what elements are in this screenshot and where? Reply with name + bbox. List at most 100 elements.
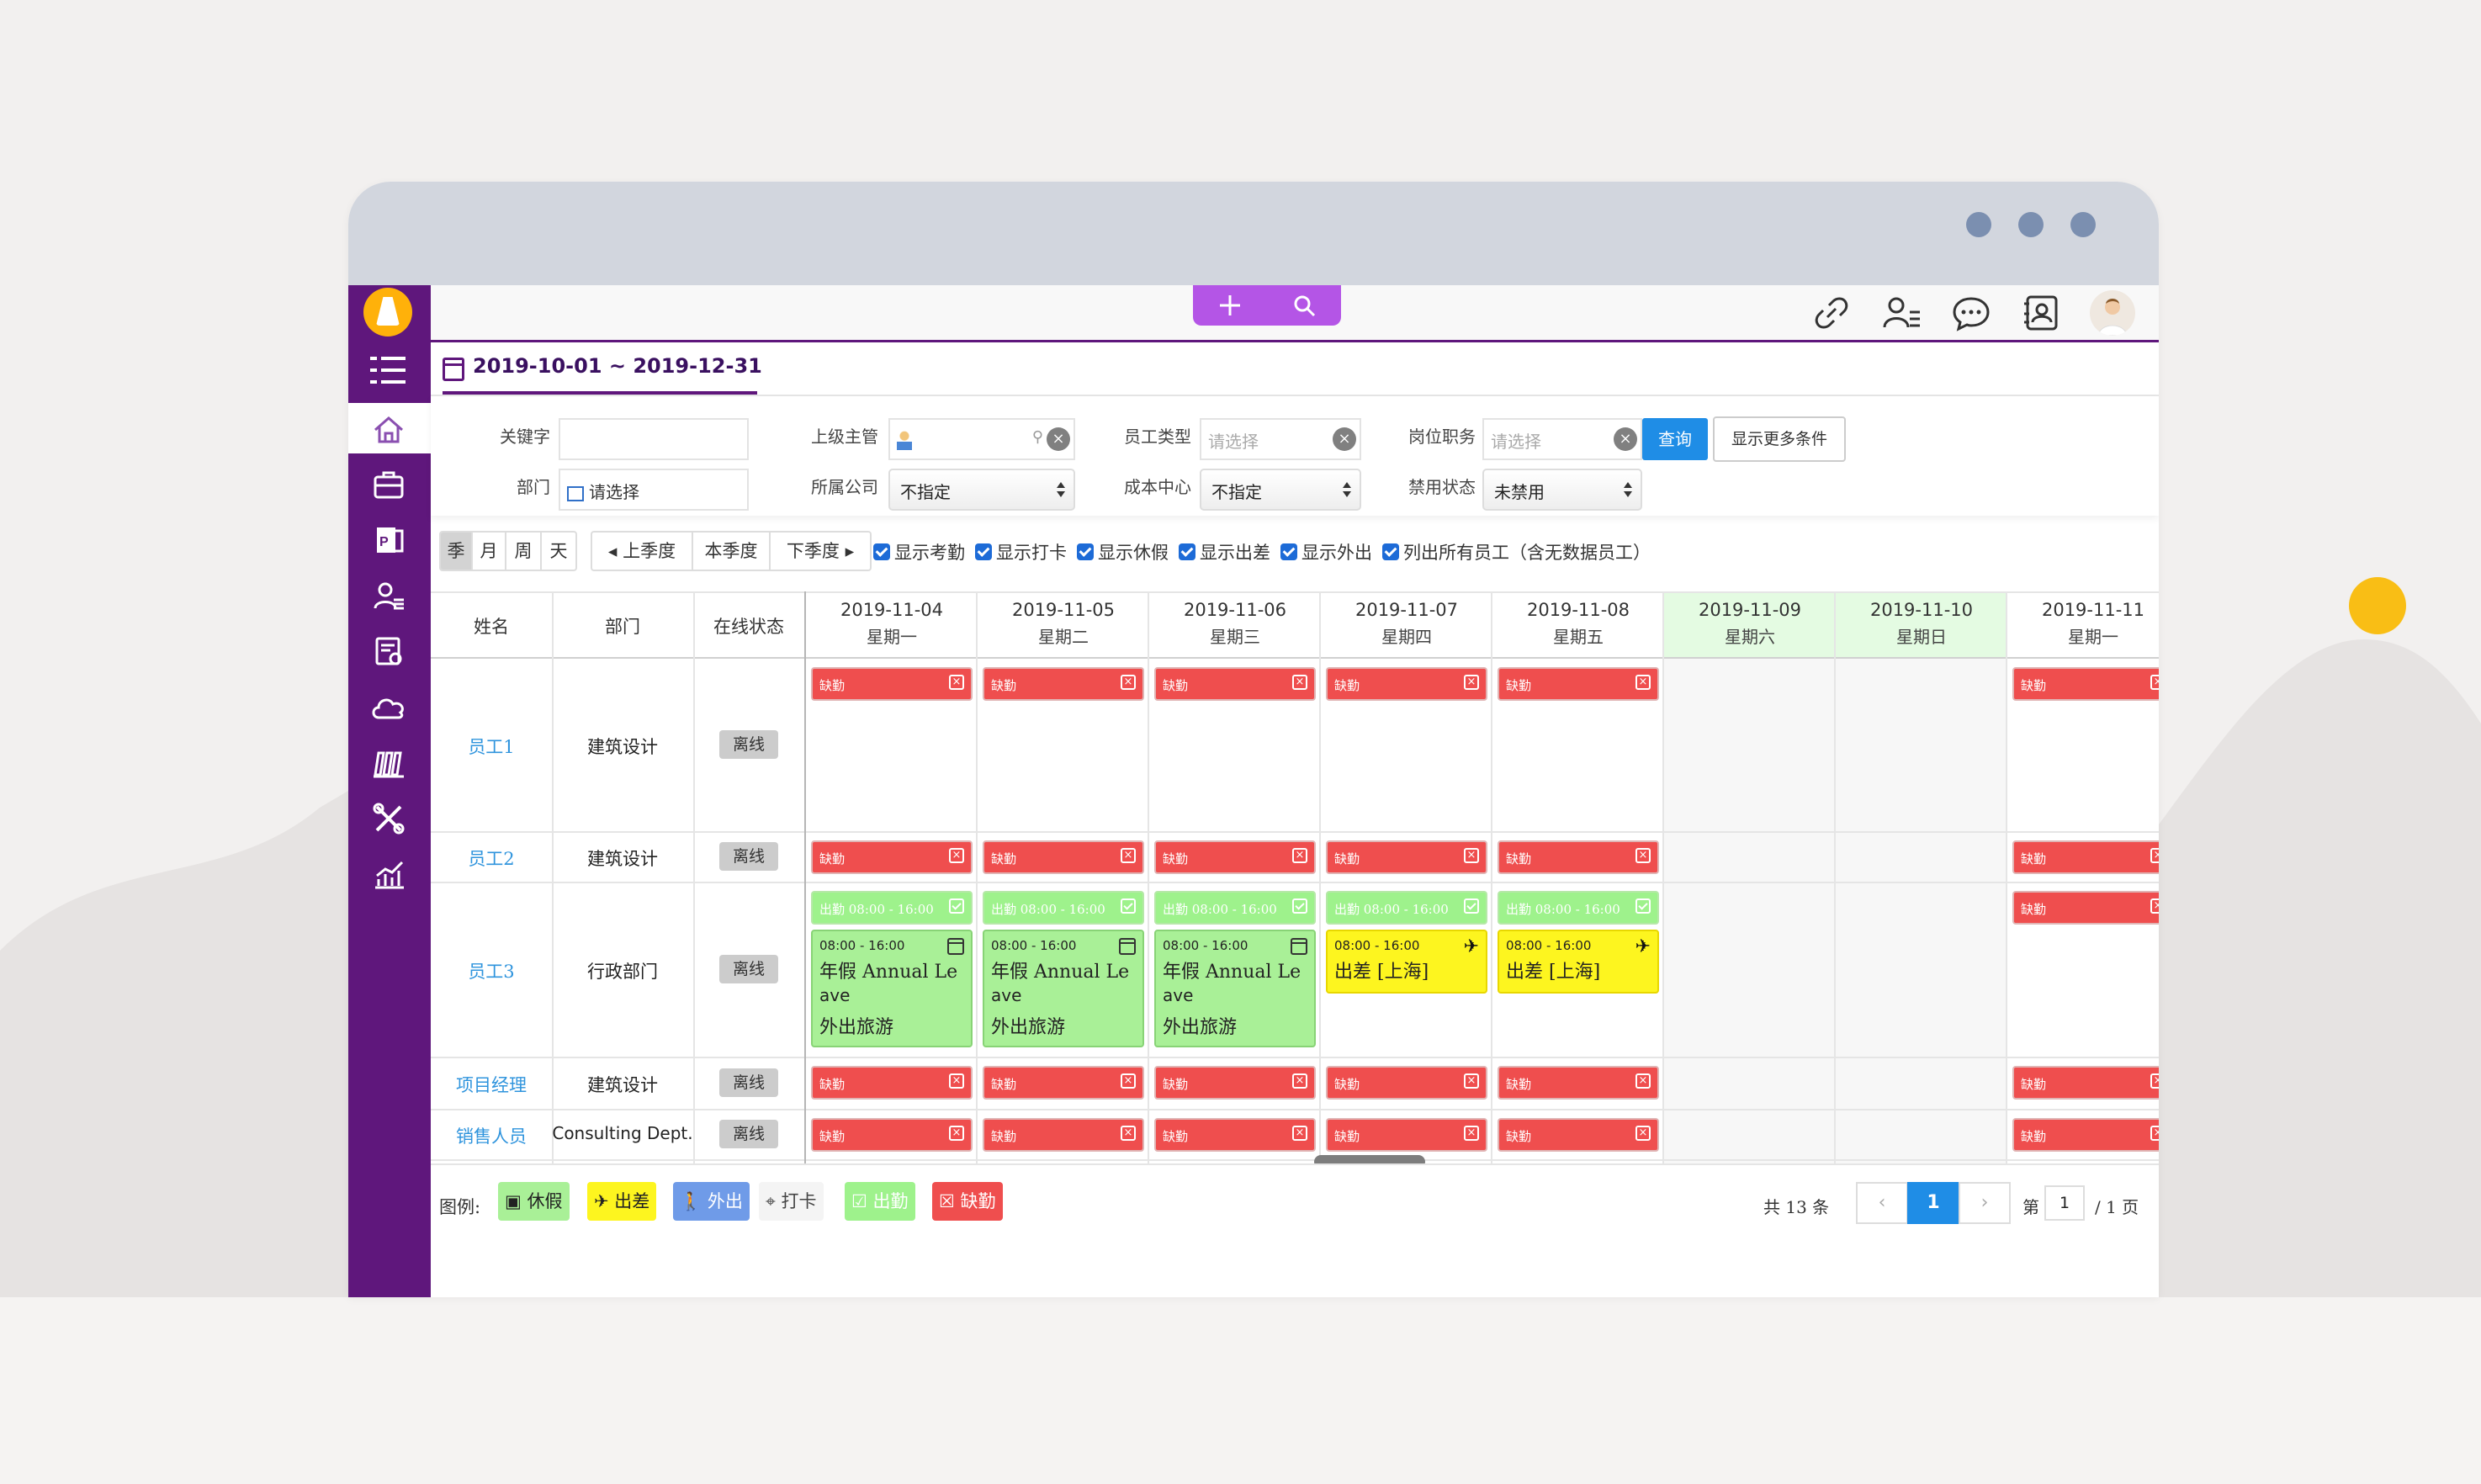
absent-event[interactable]: 缺勤 ×: [1154, 840, 1316, 874]
employee-name[interactable]: 项目经理: [431, 1072, 552, 1097]
supervisor-input[interactable]: ⚲ ×: [888, 418, 1075, 460]
close-icon[interactable]: ×: [1464, 675, 1479, 690]
project-icon[interactable]: P: [367, 519, 411, 561]
mode-quarter[interactable]: 季: [441, 533, 473, 570]
close-icon[interactable]: ×: [2150, 848, 2159, 863]
absent-event[interactable]: 缺勤 ×: [983, 1118, 1144, 1152]
absent-event[interactable]: 缺勤 ×: [1154, 1118, 1316, 1152]
next-page-button[interactable]: ›: [1959, 1182, 2011, 1224]
chart-icon[interactable]: [367, 852, 411, 894]
show-outing-checkbox[interactable]: 显示外出: [1280, 539, 1372, 564]
absent-event[interactable]: 缺勤 ×: [811, 840, 973, 874]
absent-event[interactable]: 缺勤 ×: [1326, 840, 1487, 874]
attend-event[interactable]: 出勤 08:00 - 16:00: [811, 891, 973, 925]
company-select[interactable]: 不指定: [888, 469, 1075, 511]
absent-event[interactable]: 缺勤 ×: [811, 1066, 973, 1100]
close-icon[interactable]: ×: [2150, 675, 2159, 690]
list-all-employees-checkbox[interactable]: 列出所有员工（含无数据员工）: [1382, 539, 1651, 564]
prev-page-button[interactable]: ‹: [1856, 1182, 1908, 1224]
absent-event[interactable]: 缺勤 ×: [1326, 1066, 1487, 1100]
page-1-button[interactable]: 1: [1907, 1182, 1959, 1224]
user-list-icon[interactable]: [367, 575, 411, 617]
absent-event[interactable]: 缺勤 ×: [2012, 840, 2159, 874]
close-icon[interactable]: ×: [949, 675, 964, 690]
absent-event[interactable]: 缺勤 ×: [1154, 667, 1316, 701]
next-quarter-button[interactable]: 下季度 ▸: [771, 533, 870, 570]
mode-day[interactable]: 天: [542, 533, 575, 570]
absent-event[interactable]: 缺勤 ×: [2012, 1066, 2159, 1100]
trip-event[interactable]: 08:00 - 16:00 出差 [上海] ✈: [1326, 930, 1487, 994]
absent-event[interactable]: 缺勤 ×: [2012, 891, 2159, 925]
absent-event[interactable]: 缺勤 ×: [1154, 1066, 1316, 1100]
absent-event[interactable]: 缺勤 ×: [983, 1066, 1144, 1100]
query-button[interactable]: 查询: [1642, 418, 1708, 460]
attend-event[interactable]: 出勤 08:00 - 16:00: [1154, 891, 1316, 925]
more-conditions-button[interactable]: 显示更多条件: [1713, 416, 1846, 462]
close-icon[interactable]: ×: [1121, 1126, 1136, 1141]
absent-event[interactable]: 缺勤 ×: [1498, 1066, 1659, 1100]
date-range-tab[interactable]: 2019-10-01 ~ 2019-12-31: [443, 342, 762, 395]
tools-icon[interactable]: [367, 797, 411, 839]
close-icon[interactable]: ×: [1047, 427, 1070, 451]
employee-name[interactable]: 员工2: [431, 845, 552, 871]
user-list-icon[interactable]: [1881, 292, 1923, 334]
close-icon[interactable]: ×: [949, 848, 964, 863]
close-icon[interactable]: ×: [1292, 675, 1307, 690]
employee-name[interactable]: 销售人员: [431, 1123, 552, 1148]
close-icon[interactable]: ×: [1635, 1126, 1651, 1141]
briefcase-icon[interactable]: [367, 464, 411, 506]
close-icon[interactable]: ×: [1614, 427, 1637, 451]
close-icon[interactable]: ×: [1333, 427, 1356, 451]
close-icon[interactable]: ×: [1121, 1073, 1136, 1089]
close-icon[interactable]: ×: [1635, 675, 1651, 690]
link-icon[interactable]: [1810, 292, 1853, 334]
home-icon[interactable]: [367, 408, 411, 450]
leave-event[interactable]: 08:00 - 16:00 年假 Annual Le ave 外出旅游: [811, 930, 973, 1047]
avatar[interactable]: [2090, 290, 2135, 336]
show-trip-checkbox[interactable]: 显示出差: [1179, 539, 1270, 564]
close-icon[interactable]: ×: [1292, 848, 1307, 863]
absent-event[interactable]: 缺勤 ×: [1326, 1118, 1487, 1152]
attend-event[interactable]: 出勤 08:00 - 16:00: [1326, 891, 1487, 925]
close-icon[interactable]: ×: [1635, 848, 1651, 863]
page-input[interactable]: 1: [2044, 1185, 2085, 1221]
disabled-status-select[interactable]: 未禁用: [1482, 469, 1642, 511]
chat-icon[interactable]: [1950, 292, 1992, 334]
menu-toggle-icon[interactable]: [370, 355, 406, 385]
prev-quarter-button[interactable]: ◂ 上季度: [592, 533, 693, 570]
employee-name[interactable]: 员工3: [431, 958, 552, 983]
leave-event[interactable]: 08:00 - 16:00 年假 Annual Le ave 外出旅游: [983, 930, 1144, 1047]
emp-type-input[interactable]: 请选择 ×: [1200, 418, 1361, 460]
close-icon[interactable]: ×: [1121, 675, 1136, 690]
close-icon[interactable]: ×: [1292, 1073, 1307, 1089]
books-icon[interactable]: [367, 741, 411, 783]
close-icon[interactable]: ×: [1635, 1073, 1651, 1089]
attend-event[interactable]: 出勤 08:00 - 16:00: [983, 891, 1144, 925]
leave-event[interactable]: 08:00 - 16:00 年假 Annual Le ave 外出旅游: [1154, 930, 1316, 1047]
position-input[interactable]: 请选择 ×: [1482, 418, 1642, 460]
close-icon[interactable]: ×: [1464, 848, 1479, 863]
plus-icon[interactable]: [1209, 289, 1251, 322]
absent-event[interactable]: 缺勤 ×: [2012, 667, 2159, 701]
close-icon[interactable]: ×: [2150, 898, 2159, 914]
close-icon[interactable]: ×: [949, 1126, 964, 1141]
absent-event[interactable]: 缺勤 ×: [2012, 1118, 2159, 1152]
absent-event[interactable]: 缺勤 ×: [983, 840, 1144, 874]
absent-event[interactable]: 缺勤 ×: [1498, 667, 1659, 701]
mode-month[interactable]: 月: [473, 533, 506, 570]
contacts-icon[interactable]: [2021, 292, 2063, 334]
dept-select[interactable]: 请选择: [559, 469, 749, 511]
cloud-icon[interactable]: [367, 686, 411, 728]
show-punch-checkbox[interactable]: 显示打卡: [975, 539, 1067, 564]
show-leave-checkbox[interactable]: 显示休假: [1077, 539, 1169, 564]
absent-event[interactable]: 缺勤 ×: [811, 1118, 973, 1152]
close-icon[interactable]: ×: [949, 1073, 964, 1089]
close-icon[interactable]: ×: [1292, 1126, 1307, 1141]
trip-event[interactable]: 08:00 - 16:00 出差 [上海] ✈: [1498, 930, 1659, 994]
this-quarter-button[interactable]: 本季度: [693, 533, 771, 570]
absent-event[interactable]: 缺勤 ×: [983, 667, 1144, 701]
search-icon[interactable]: ⚲: [1032, 428, 1043, 446]
absent-event[interactable]: 缺勤 ×: [811, 667, 973, 701]
absent-event[interactable]: 缺勤 ×: [1326, 667, 1487, 701]
attend-event[interactable]: 出勤 08:00 - 16:00: [1498, 891, 1659, 925]
